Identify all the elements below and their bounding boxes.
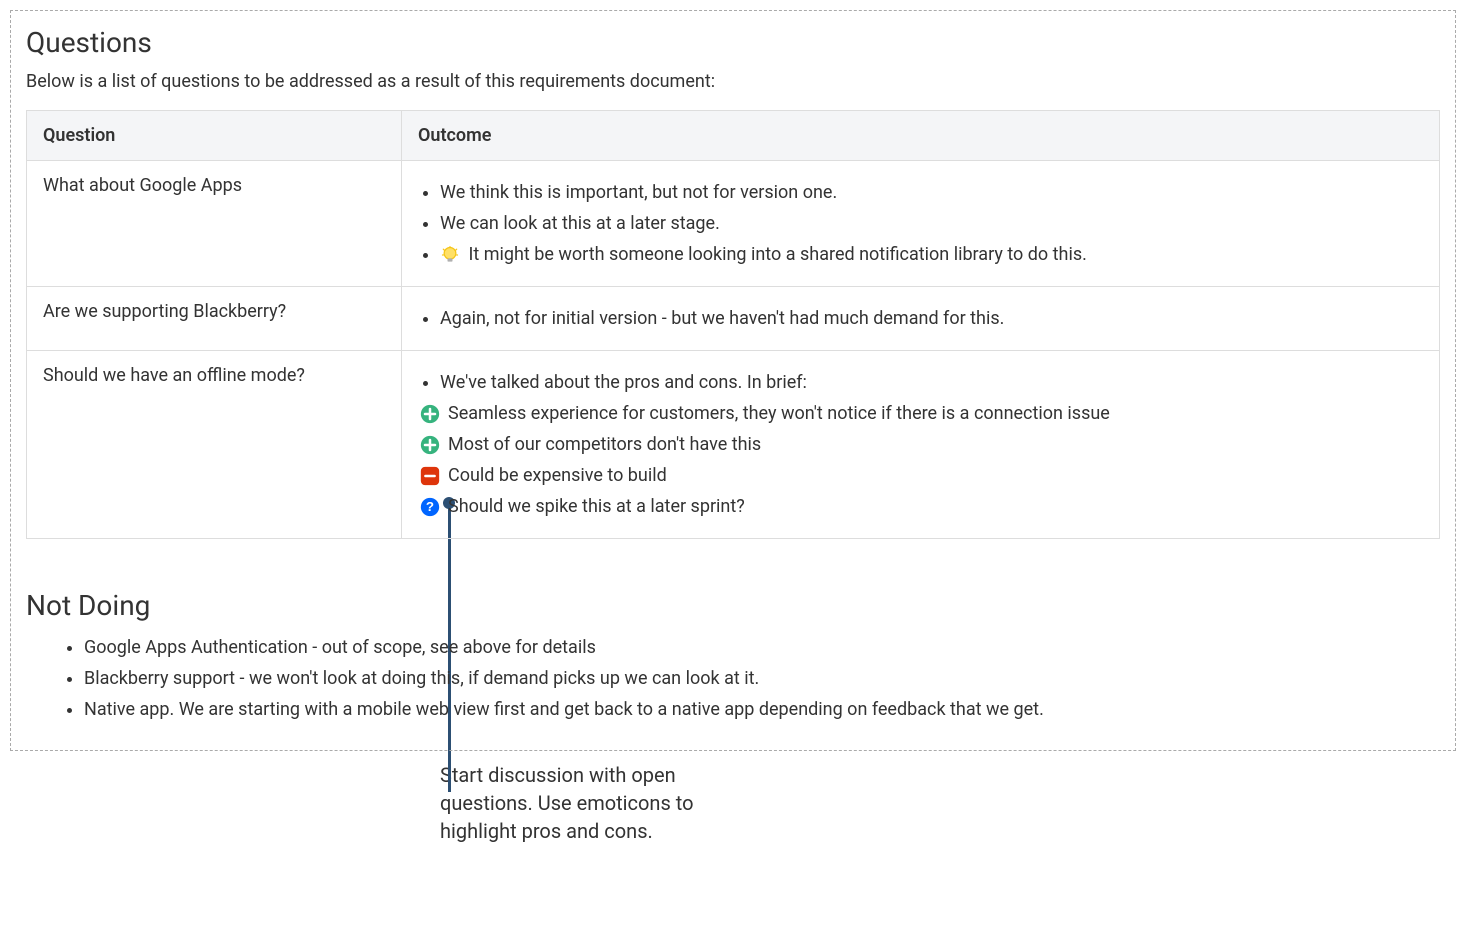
questions-table: Question Outcome What about Google AppsW… <box>26 110 1440 539</box>
table-header-outcome: Outcome <box>402 111 1440 161</box>
outcome-icon-row: Seamless experience for customers, they … <box>420 400 1423 427</box>
outcome-item: It might be worth someone looking into a… <box>440 241 1423 268</box>
question-cell: What about Google Apps <box>27 161 402 287</box>
outcome-text: Most of our competitors don't have this <box>448 431 761 458</box>
table-row: What about Google Apps We think this is i… <box>27 161 1440 287</box>
outcome-icon-row: ? Should we spike this at a later sprint? <box>420 493 1423 520</box>
outcome-cell: We think this is important, but not for … <box>402 161 1440 287</box>
document-section: Questions Below is a list of questions t… <box>10 10 1456 751</box>
table-header-question: Question <box>27 111 402 161</box>
not-doing-item: Native app. We are starting with a mobil… <box>84 696 1440 723</box>
not-doing-item: Google Apps Authentication - out of scop… <box>84 634 1440 661</box>
outcome-cell: We've talked about the pros and cons. In… <box>402 351 1440 539</box>
not-doing-heading: Not Doing <box>26 589 1440 622</box>
outcome-text: Seamless experience for customers, they … <box>448 400 1110 427</box>
plus-icon <box>420 404 440 424</box>
question-icon: ? <box>420 497 440 517</box>
question-cell: Should we have an offline mode? <box>27 351 402 539</box>
question-cell: Are we supporting Blackberry? <box>27 287 402 351</box>
outcome-text: Should we spike this at a later sprint? <box>448 493 745 520</box>
outcome-icon-row: Most of our competitors don't have this <box>420 431 1423 458</box>
outcome-text: It might be worth someone looking into a… <box>468 244 1086 265</box>
lightbulb-icon <box>440 245 460 265</box>
outcome-list: Again, not for initial version - but we … <box>418 305 1423 332</box>
plus-icon <box>420 435 440 455</box>
outcome-list: We've talked about the pros and cons. In… <box>418 369 1423 396</box>
questions-intro-text: Below is a list of questions to be addre… <box>26 71 1440 92</box>
outcome-item: Again, not for initial version - but we … <box>440 305 1423 332</box>
outcome-text: Could be expensive to build <box>448 462 667 489</box>
table-row: Are we supporting Blackberry? Again, not … <box>27 287 1440 351</box>
annotation-text: Start discussion with open questions. Us… <box>440 761 760 845</box>
not-doing-item: Blackberry support - we won't look at do… <box>84 665 1440 692</box>
questions-heading: Questions <box>26 26 1440 59</box>
svg-text:?: ? <box>426 499 434 514</box>
outcome-cell: Again, not for initial version - but we … <box>402 287 1440 351</box>
outcome-item: We've talked about the pros and cons. In… <box>440 369 1423 396</box>
outcome-list: We think this is important, but not for … <box>418 179 1423 268</box>
outcome-item: We can look at this at a later stage. <box>440 210 1423 237</box>
not-doing-list: Google Apps Authentication - out of scop… <box>26 634 1440 723</box>
table-row: Should we have an offline mode? We've tal… <box>27 351 1440 539</box>
outcome-item: We think this is important, but not for … <box>440 179 1423 206</box>
outcome-icon-row: Could be expensive to build <box>420 462 1423 489</box>
minus-icon <box>420 466 440 486</box>
